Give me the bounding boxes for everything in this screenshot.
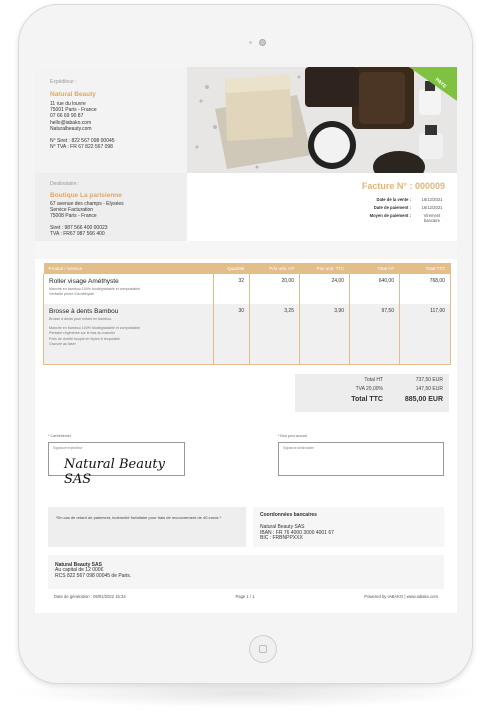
bank-details: Coordonnées bancaires Natural Beauty SAS…: [253, 507, 444, 547]
camera-icon: [259, 39, 266, 46]
col-product: Produit / Service: [43, 263, 214, 274]
sender-signature: Natural Beauty SAS: [64, 457, 165, 487]
page-footer: Date de génération : 06/02/2022 15:34 Pa…: [48, 594, 444, 599]
total-ttc-label: Total TTC: [351, 396, 383, 403]
invoice-meta: Date de la vente : 16/12/2021 Date de pai…: [349, 197, 445, 226]
sender-block: Expéditeur : Natural Beauty 11 rue du lo…: [35, 67, 187, 173]
total-ttc-value: 885,00 EUR: [404, 396, 443, 403]
sensor-dot: [249, 41, 252, 44]
product-photo: PAYE: [187, 67, 457, 173]
invoice-number: Facture N° : 000009: [361, 181, 445, 191]
cell-total-ht: 640,00: [349, 274, 400, 304]
sale-date-value: 16/12/2021: [421, 197, 443, 202]
tva-label: TVA 20,00%: [355, 386, 383, 392]
cell-total-ttc: 117,00: [399, 304, 451, 365]
recipient-signature-box[interactable]: Signature destinataire: [278, 442, 444, 476]
cell-total-ht: 97,50: [349, 304, 400, 365]
payment-method-label: Moyen de paiement :: [369, 213, 411, 218]
cell-total-ttc: 768,00: [399, 274, 451, 304]
cell-qty: 32: [213, 274, 250, 304]
total-ht-label: Total HT: [364, 377, 383, 383]
sender-line: Naturalbeauty.com: [50, 125, 92, 132]
table-header-row: Produit / Service Quantité Prix unit. HT…: [43, 263, 451, 274]
payment-method-value: Virement bancaire: [423, 213, 441, 223]
product-name: Brosse à dents Bambou: [49, 308, 119, 315]
approval-label: * Bon pour accord: [278, 434, 307, 438]
company-info: Natural Beauty SAS Au capital de 12 000€…: [48, 555, 444, 589]
sender-name: Natural Beauty: [50, 91, 96, 98]
recipient-name: Boutique La parisienne: [50, 192, 122, 199]
payment-date-label: Date de paiement :: [373, 205, 411, 210]
totals-box: Total HT 737,50 EUR TVA 20,00% 147,50 EUR …: [295, 374, 449, 412]
generation-date: Date de génération : 06/02/2022 15:34: [54, 594, 126, 599]
sale-date-label: Date de la vente :: [376, 197, 411, 202]
items-table: Produit / Service Quantité Prix unit. HT…: [43, 263, 451, 365]
home-button[interactable]: [249, 635, 277, 663]
payment-date-value: 16/12/2021: [421, 205, 443, 210]
col-total-ttc: Total TTC: [399, 263, 451, 274]
recipient-signature-placeholder: Signature destinataire: [283, 446, 315, 450]
sender-stamp-label: * Cachet/emet: [48, 434, 71, 438]
recipient-line: 75008 Paris - France: [50, 213, 97, 220]
sender-signature-box: Signature expéditeur Natural Beauty SAS: [48, 442, 185, 487]
col-unit-price-ttc: Prix unit. TTC: [299, 263, 350, 274]
bank-bic: BIC : FRBNPPXXX: [260, 535, 303, 542]
product-desc: Gravure au laser: [49, 341, 76, 346]
divider-band: [35, 241, 457, 259]
bank-title: Coordonnées bancaires: [260, 512, 317, 518]
invoice-page: Expéditeur : Natural Beauty 11 rue du lo…: [35, 67, 457, 613]
cell-pu-ht: 20,00: [249, 274, 300, 304]
home-square-icon: [259, 645, 267, 653]
tva-value: 147,50 EUR: [415, 386, 443, 392]
col-quantity: Quantité: [213, 263, 250, 274]
penalty-note: *En cas de retard de paiement, indemnité…: [48, 507, 246, 547]
total-ht-value: 737,50 EUR: [415, 377, 443, 383]
cell-pu-ttc: 3,90: [299, 304, 350, 365]
sender-tva: N° TVA : FR 67 822 567 098: [50, 144, 113, 151]
product-desc: Véritable pierre d'Améthyste: [49, 292, 95, 297]
col-unit-price-ht: Prix unit. HT: [249, 263, 300, 274]
company-rcs: RCS 822 567 098 00045 de Paris.: [55, 572, 132, 579]
recipient-block: Destinataire : Boutique La parisienne 67…: [35, 173, 187, 241]
sender-signature-placeholder: Signature expéditeur: [53, 446, 83, 450]
recipient-label: Destinataire :: [50, 181, 80, 187]
table-row: Brosse à dents Bambou Brosse à dents pou…: [43, 304, 451, 365]
recipient-tva: TVA : FR67 987 566 400: [50, 230, 105, 237]
table-row: Roller visage Améthyste Manche en bambou…: [43, 274, 451, 304]
page-number: Page 1 / 1: [235, 594, 255, 599]
col-total-ht: Total HT: [349, 263, 400, 274]
powered-by-link[interactable]: Powered by IABAKO | www.iabako.com: [364, 594, 438, 599]
sender-label: Expéditeur :: [50, 79, 77, 85]
cell-pu-ht: 3,25: [249, 304, 300, 365]
product-name: Roller visage Améthyste: [49, 278, 119, 285]
cell-pu-ttc: 24,00: [299, 274, 350, 304]
cell-qty: 30: [213, 304, 250, 365]
